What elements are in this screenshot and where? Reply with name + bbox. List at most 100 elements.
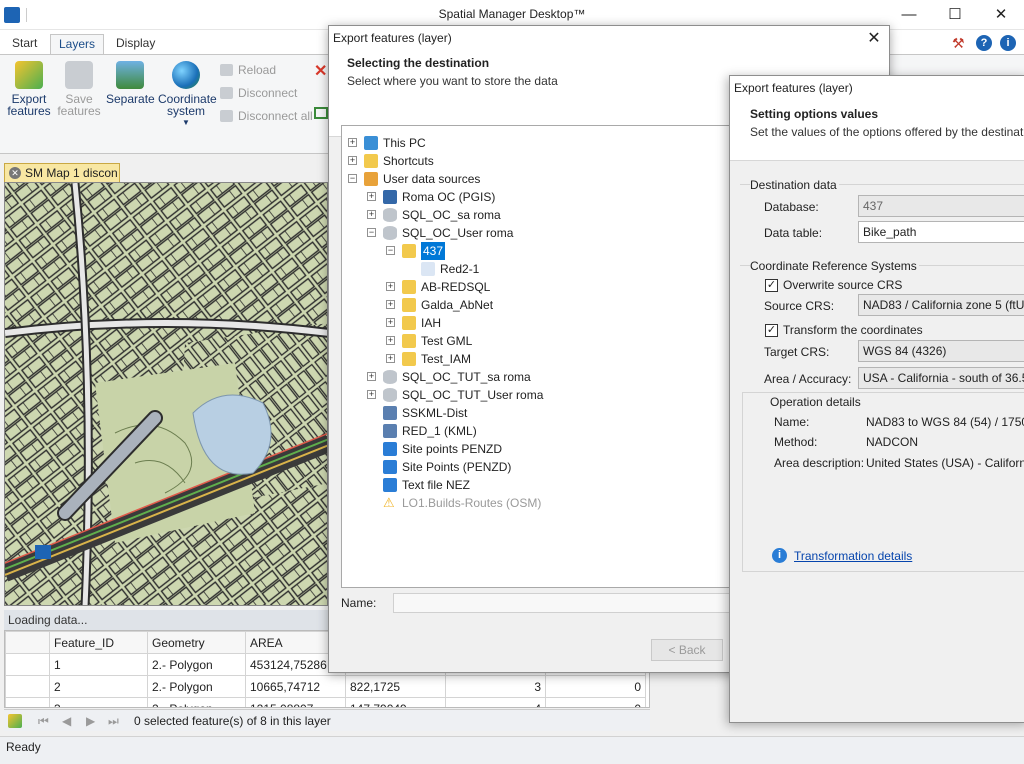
- disconnect-button[interactable]: Disconnect: [218, 83, 297, 103]
- tab-layers[interactable]: Layers: [50, 34, 105, 54]
- info-icon[interactable]: i: [1000, 35, 1016, 51]
- map-document-tab[interactable]: ✕ SM Map 1 discon: [4, 163, 120, 182]
- transform-coordinates-checkbox[interactable]: ✓: [765, 324, 778, 337]
- expand-icon[interactable]: +: [386, 282, 395, 291]
- disconnect-all-icon: [220, 110, 233, 122]
- tree-node[interactable]: SQL_OC_TUT_sa roma: [402, 368, 531, 386]
- tree-node[interactable]: Galda_AbNet: [421, 296, 493, 314]
- tree-node[interactable]: This PC: [383, 134, 426, 152]
- grid-cell: 147,79049: [345, 697, 446, 707]
- database-field[interactable]: 437: [858, 195, 1024, 217]
- table-row[interactable]: 3 2.- Polygon 1215,08807 147,79049 4 0: [5, 697, 646, 707]
- grid-cell: 2: [49, 675, 148, 698]
- grid-cell: 2.- Polygon: [147, 697, 246, 707]
- export-features-button[interactable]: Export features: [6, 61, 52, 117]
- collapse-icon[interactable]: −: [386, 246, 395, 255]
- reload-button[interactable]: Reload: [218, 60, 276, 80]
- expand-icon[interactable]: +: [367, 210, 376, 219]
- overwrite-crs-checkbox[interactable]: ✓: [765, 279, 778, 292]
- expand-icon[interactable]: +: [386, 336, 395, 345]
- grid-cell: 1215,08807: [245, 697, 346, 707]
- tree-node[interactable]: Text file NEZ: [402, 476, 470, 494]
- tree-node[interactable]: Red2-1: [440, 260, 479, 278]
- transformation-details-link[interactable]: Transformation details: [794, 549, 912, 563]
- grid-cell: 4: [445, 697, 546, 707]
- warning-icon: ⚠: [383, 495, 395, 510]
- name-label: Name:: [341, 596, 377, 610]
- tools-icon[interactable]: ⚒: [952, 35, 968, 51]
- tree-node[interactable]: AB-REDSQL: [421, 278, 490, 296]
- help-icon[interactable]: ?: [976, 35, 992, 51]
- row-header-cell: [5, 697, 50, 707]
- dialog-header: Setting options values Set the values of…: [730, 103, 1024, 161]
- tree-node[interactable]: Test GML: [421, 332, 472, 350]
- map-view[interactable]: [4, 182, 328, 606]
- last-record-icon[interactable]: ⏭: [108, 710, 119, 732]
- tree-node[interactable]: Site points PENZD: [402, 440, 502, 458]
- expand-icon[interactable]: +: [348, 138, 357, 147]
- delete-icon[interactable]: ✕: [314, 61, 327, 81]
- expand-icon[interactable]: +: [348, 156, 357, 165]
- coordinate-system-button[interactable]: Coordinate system ▼: [158, 61, 217, 129]
- export-icon: [15, 61, 43, 89]
- record-navigator: ⏮ ◀ ▶ ⏭ 0 selected feature(s) of 8 in th…: [4, 709, 650, 731]
- dialog-title: Export features (layer): [734, 81, 853, 95]
- dialog-close-button[interactable]: ✕: [859, 26, 889, 53]
- table-row[interactable]: 2 2.- Polygon 10665,74712 822,1725 3 0: [5, 675, 646, 698]
- expand-icon[interactable]: +: [386, 354, 395, 363]
- expand-icon[interactable]: +: [386, 300, 395, 309]
- export-small-icon[interactable]: [8, 714, 22, 728]
- reload-label: Reload: [238, 63, 277, 77]
- tree-node[interactable]: IAH: [421, 314, 441, 332]
- name-input[interactable]: [393, 593, 733, 613]
- tree-node[interactable]: LO1.Builds-Routes (OSM): [402, 494, 541, 512]
- collapse-icon[interactable]: −: [348, 174, 357, 183]
- close-tab-icon[interactable]: ✕: [9, 167, 21, 179]
- maximize-button[interactable]: ☐: [932, 0, 978, 30]
- tree-node[interactable]: SQL_OC_TUT_User roma: [402, 386, 543, 404]
- tab-start[interactable]: Start: [4, 34, 45, 54]
- xyz-icon: [383, 460, 397, 474]
- tree-node[interactable]: 437: [421, 242, 446, 260]
- expand-icon[interactable]: +: [386, 318, 395, 327]
- minimize-button[interactable]: —: [886, 0, 932, 30]
- first-record-icon[interactable]: ⏮: [38, 710, 49, 732]
- status-bar: Ready: [0, 736, 1024, 764]
- save-features-button[interactable]: Save features: [56, 61, 102, 117]
- tree-node[interactable]: User data sources: [383, 170, 480, 188]
- next-record-icon[interactable]: ▶: [86, 710, 95, 732]
- collapse-icon[interactable]: −: [367, 228, 376, 237]
- select-icon[interactable]: [314, 107, 328, 119]
- folder-table-icon: [402, 352, 416, 366]
- source-crs-select[interactable]: NAD83 / California zone 5 (ftUS) (: [858, 294, 1024, 316]
- separate-button[interactable]: Separate: [106, 61, 155, 105]
- tree-node[interactable]: Test_IAM: [421, 350, 471, 368]
- column-header[interactable]: Feature_ID: [49, 631, 148, 654]
- data-table-field[interactable]: Bike_path: [858, 221, 1024, 243]
- tree-node[interactable]: SSKML-Dist: [402, 404, 467, 422]
- op-method-label: Method:: [774, 435, 818, 449]
- tree-node[interactable]: Site Points (PENZD): [402, 458, 511, 476]
- expand-icon[interactable]: +: [367, 192, 376, 201]
- tree-node[interactable]: RED_1 (KML): [402, 422, 477, 440]
- close-button[interactable]: ✕: [978, 0, 1024, 30]
- area-accuracy-select[interactable]: USA - California - south of 36.5°N: [858, 367, 1024, 389]
- tree-node[interactable]: SQL_OC_sa roma: [402, 206, 501, 224]
- folder-table-icon: [402, 316, 416, 330]
- expand-icon[interactable]: +: [367, 372, 376, 381]
- back-button[interactable]: < Back: [651, 639, 723, 661]
- table-icon: [421, 262, 435, 276]
- tree-node[interactable]: Roma OC (PGIS): [402, 188, 495, 206]
- target-crs-select[interactable]: WGS 84 (4326): [858, 340, 1024, 362]
- previous-record-icon[interactable]: ◀: [62, 710, 71, 732]
- tree-node[interactable]: Shortcuts: [383, 152, 434, 170]
- chevron-down-icon: ▼: [182, 118, 190, 127]
- disconnect-all-button[interactable]: Disconnect all: [218, 106, 313, 126]
- tab-display[interactable]: Display: [108, 34, 163, 54]
- disconnect-all-label: Disconnect all: [238, 109, 313, 123]
- tree-node[interactable]: SQL_OC_User roma: [402, 224, 513, 242]
- destination-tree[interactable]: + This PC + Shortcuts − User data sources + Rom…: [341, 125, 741, 588]
- expand-icon[interactable]: +: [367, 390, 376, 399]
- column-header[interactable]: Geometry: [147, 631, 246, 654]
- grid-cell: 1: [49, 653, 148, 676]
